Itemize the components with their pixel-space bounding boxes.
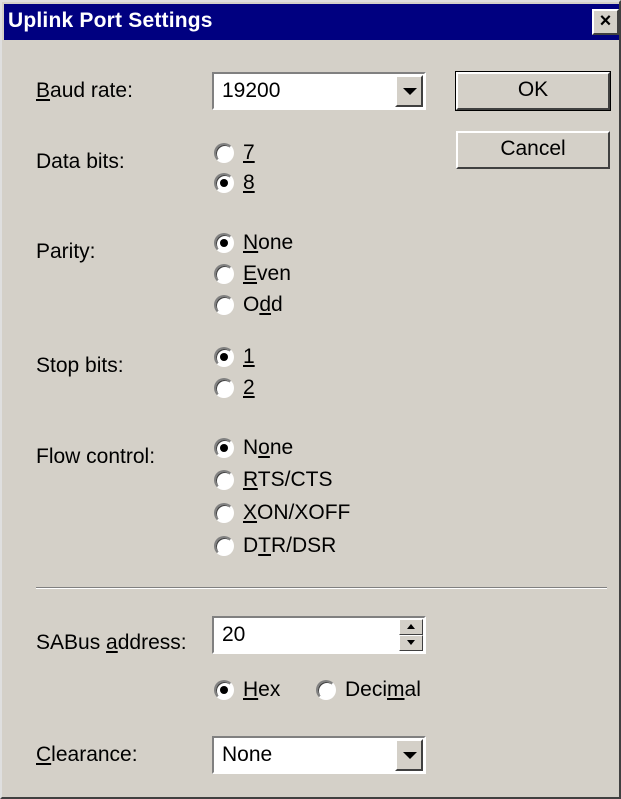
- title-bar[interactable]: Uplink Port Settings ×: [4, 4, 619, 40]
- radio-label: 2: [243, 376, 255, 399]
- radio-label: DTR/DSR: [243, 534, 337, 557]
- flow-control-none-radio[interactable]: None: [214, 436, 293, 460]
- baud-rate-dropdown-button[interactable]: [395, 75, 423, 107]
- baud-rate-label: Baud rate:: [36, 79, 133, 102]
- radio-off-icon: [214, 536, 234, 556]
- sabus-address-spinner[interactable]: 20: [212, 616, 426, 654]
- radio-label: Even: [243, 262, 291, 285]
- chevron-down-icon: [403, 752, 417, 759]
- close-icon: ×: [599, 10, 612, 32]
- cancel-button[interactable]: Cancel: [456, 131, 610, 169]
- stop-bits-label: Stop bits:: [36, 354, 124, 377]
- stop-bits-1-radio[interactable]: 1: [214, 345, 255, 369]
- flow-control-rts-cts-radio[interactable]: RTS/CTS: [214, 468, 332, 492]
- radio-off-icon: [214, 264, 234, 284]
- data-bits-label: Data bits:: [36, 150, 125, 173]
- arrow-up-icon: [407, 624, 415, 629]
- data-bits-7-radio[interactable]: 7: [214, 141, 255, 165]
- sabus-hex-radio[interactable]: Hex: [214, 678, 280, 702]
- close-button[interactable]: ×: [592, 9, 619, 35]
- window-title: Uplink Port Settings: [8, 9, 213, 32]
- parity-even-radio[interactable]: Even: [214, 262, 291, 286]
- radio-label: None: [243, 436, 294, 459]
- radio-off-icon: [214, 470, 234, 490]
- flow-control-label: Flow control:: [36, 445, 156, 468]
- flow-control-xon-xoff-radio[interactable]: XON/XOFF: [214, 501, 350, 525]
- radio-off-icon: [214, 378, 234, 398]
- radio-on-icon: [214, 173, 234, 193]
- clearance-select[interactable]: None: [212, 736, 426, 774]
- baud-rate-value: 19200: [222, 79, 281, 102]
- radio-label: Hex: [243, 678, 281, 701]
- radio-label: 1: [243, 345, 255, 368]
- radio-label: 8: [243, 171, 255, 194]
- baud-rate-select[interactable]: 19200: [212, 72, 426, 110]
- spin-up-button[interactable]: [399, 619, 423, 635]
- radio-label: RTS/CTS: [243, 468, 333, 491]
- radio-label: 7: [243, 141, 255, 164]
- parity-label: Parity:: [36, 240, 96, 263]
- radio-off-icon: [316, 680, 336, 700]
- radio-off-icon: [214, 503, 234, 523]
- radio-label: Odd: [243, 293, 283, 316]
- arrow-down-icon: [407, 640, 415, 645]
- radio-on-icon: [214, 233, 234, 253]
- parity-odd-radio[interactable]: Odd: [214, 293, 283, 317]
- sabus-address-value: 20: [222, 623, 246, 646]
- radio-label: XON/XOFF: [243, 501, 351, 524]
- flow-control-dtr-dsr-radio[interactable]: DTR/DSR: [214, 534, 336, 558]
- radio-off-icon: [214, 295, 234, 315]
- sabus-decimal-radio[interactable]: Decimal: [316, 678, 421, 702]
- radio-on-icon: [214, 438, 234, 458]
- clearance-dropdown-button[interactable]: [395, 739, 423, 771]
- separator: [36, 587, 607, 589]
- radio-off-icon: [214, 143, 234, 163]
- radio-on-icon: [214, 347, 234, 367]
- radio-label: Decimal: [345, 678, 421, 701]
- clearance-label: Clearance:: [36, 743, 138, 766]
- spin-down-button[interactable]: [399, 635, 423, 651]
- clearance-value: None: [222, 743, 273, 766]
- ok-button[interactable]: OK: [455, 71, 611, 111]
- stop-bits-2-radio[interactable]: 2: [214, 376, 255, 400]
- radio-on-icon: [214, 680, 234, 700]
- sabus-address-label: SABus address:: [36, 631, 187, 654]
- data-bits-8-radio[interactable]: 8: [214, 171, 255, 195]
- chevron-down-icon: [403, 88, 417, 95]
- radio-label: None: [243, 231, 294, 254]
- uplink-port-settings-dialog: Uplink Port Settings × Baud rate: 19200 …: [0, 0, 621, 799]
- parity-none-radio[interactable]: None: [214, 231, 293, 255]
